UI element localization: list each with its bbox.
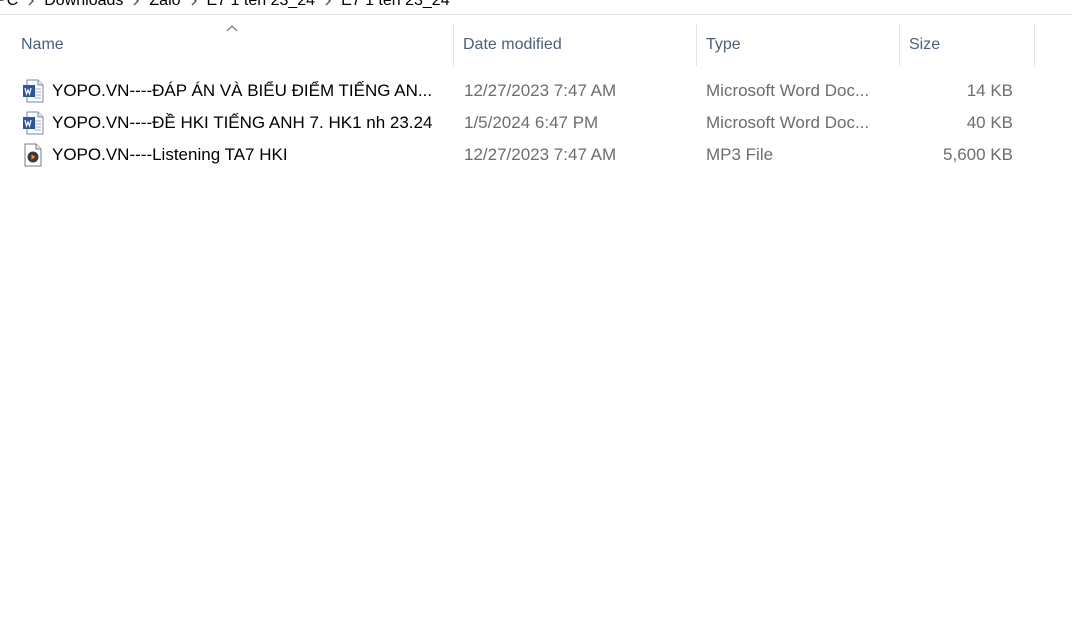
column-header-size-label: Size	[909, 36, 941, 53]
file-explorer-window: PC Downloads Zalo E7 1 ten 23_24 E7 1 te…	[0, 0, 1072, 640]
column-header-type[interactable]: Type	[697, 24, 900, 66]
file-size: 5,600 KB	[943, 145, 1013, 164]
breadcrumb-item-folder-parent[interactable]: E7 1 ten 23_24	[201, 0, 322, 10]
file-date: 12/27/2023 7:47 AM	[464, 145, 617, 164]
file-name: YOPO.VN----Listening TA7 HKI	[52, 145, 288, 164]
file-size: 40 KB	[966, 113, 1013, 132]
file-date: 12/27/2023 7:47 AM	[464, 81, 617, 100]
breadcrumb-item-folder-current[interactable]: E7 1 ten 23_24	[335, 0, 456, 10]
audio-file-icon	[22, 143, 44, 167]
column-header-date-modified[interactable]: Date modified	[454, 24, 697, 66]
sort-ascending-icon	[226, 24, 238, 32]
word-document-icon	[22, 111, 44, 135]
word-document-icon	[22, 79, 44, 103]
file-type: MP3 File	[706, 145, 774, 164]
column-header-date-label: Date modified	[463, 36, 562, 53]
file-name: YOPO.VN----ĐÁP ÁN VÀ BIỂU ĐIỂM TIẾNG AN.…	[52, 81, 433, 100]
chevron-right-icon	[129, 0, 143, 6]
file-name-cell[interactable]: YOPO.VN----ĐÁP ÁN VÀ BIỂU ĐIỂM TIẾNG AN.…	[12, 79, 454, 103]
file-row[interactable]: YOPO.VN----Listening TA7 HKI 12/27/2023 …	[12, 139, 1042, 171]
chevron-right-icon	[24, 0, 38, 6]
file-type: Microsoft Word Doc...	[706, 81, 870, 100]
file-row[interactable]: YOPO.VN----ĐỀ HKI TIẾNG ANH 7. HK1 nh 23…	[12, 107, 1042, 139]
file-row[interactable]: YOPO.VN----ĐÁP ÁN VÀ BIỂU ĐIỂM TIẾNG AN.…	[12, 75, 1042, 107]
file-date: 1/5/2024 6:47 PM	[464, 113, 599, 132]
chevron-right-icon	[321, 0, 335, 6]
breadcrumb[interactable]: PC Downloads Zalo E7 1 ten 23_24 E7 1 te…	[0, 0, 1072, 15]
file-list: YOPO.VN----ĐÁP ÁN VÀ BIỂU ĐIỂM TIẾNG AN.…	[12, 75, 1042, 171]
column-header-row: Name Date modified Type Size	[12, 24, 1042, 66]
column-header-type-label: Type	[706, 36, 741, 53]
file-type: Microsoft Word Doc...	[706, 113, 870, 132]
breadcrumb-item-downloads[interactable]: Downloads	[38, 0, 129, 10]
file-name-cell[interactable]: YOPO.VN----ĐỀ HKI TIẾNG ANH 7. HK1 nh 23…	[12, 111, 454, 135]
column-header-name-label: Name	[21, 36, 64, 53]
breadcrumb-item-zalo[interactable]: Zalo	[143, 0, 186, 10]
column-header-size[interactable]: Size	[900, 24, 1035, 66]
breadcrumb-item-pc[interactable]: PC	[0, 0, 24, 10]
file-name-cell[interactable]: YOPO.VN----Listening TA7 HKI	[12, 143, 454, 167]
chevron-right-icon	[187, 0, 201, 6]
column-header-name[interactable]: Name	[12, 24, 454, 66]
file-name: YOPO.VN----ĐỀ HKI TIẾNG ANH 7. HK1 nh 23…	[52, 113, 433, 132]
file-size: 14 KB	[966, 81, 1013, 100]
